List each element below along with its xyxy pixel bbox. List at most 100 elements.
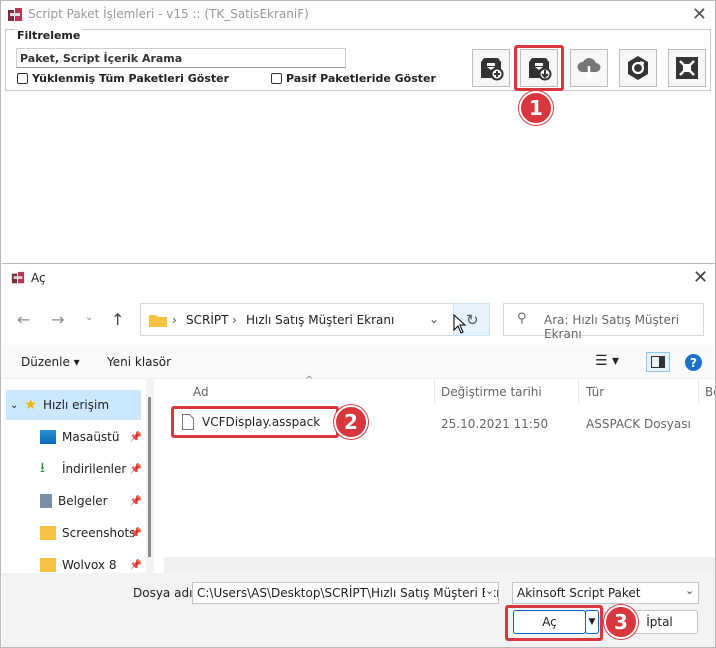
- preview-pane-button[interactable]: [646, 352, 670, 372]
- view-list-icon[interactable]: ☰ ▾: [595, 353, 619, 369]
- recent-chevron-icon[interactable]: ⌄: [85, 312, 93, 323]
- open-button[interactable]: Aç: [513, 610, 586, 634]
- add-package-button[interactable]: [472, 49, 510, 87]
- nav-item-label: Wolvox 8: [62, 558, 117, 572]
- open-dropdown-icon[interactable]: ▼: [585, 610, 599, 634]
- breadcrumb-script[interactable]: SCRİPT: [186, 313, 228, 327]
- column-separator: [578, 379, 579, 403]
- expand-chevron-icon[interactable]: ⌄: [10, 400, 18, 411]
- cloud-download-button[interactable]: [570, 49, 608, 87]
- file-name: VCFDisplay.asspack: [202, 415, 321, 429]
- sort-arrow-icon: ^: [305, 375, 314, 386]
- filename-label: Dosya adı:: [133, 586, 197, 600]
- refresh-button[interactable]: [619, 49, 657, 87]
- package-search-input[interactable]: Paket, Script İçerik Arama: [16, 48, 346, 68]
- forward-arrow-icon[interactable]: →: [51, 310, 64, 329]
- cloud-download-icon: [577, 58, 601, 80]
- nav-item-label: Hızlı erişim: [42, 398, 110, 412]
- column-date[interactable]: Değiştirme tarihi: [441, 385, 542, 399]
- up-arrow-icon[interactable]: ↑: [111, 310, 124, 329]
- nav-item-label: Screenshots: [62, 526, 136, 540]
- breadcrumb-folder[interactable]: Hızlı Satış Müşteri Ekranı: [246, 313, 394, 327]
- add-package-icon: [481, 58, 504, 81]
- pin-icon: 📌: [129, 431, 142, 443]
- nav-item-screenshots[interactable]: Screenshots 📌: [40, 518, 142, 548]
- folder-icon: [40, 558, 56, 572]
- screen: Script Paket İşlemleri - v15 :: (TK_Sati…: [0, 0, 716, 648]
- show-passive-label: Pasif Paketleride Göster: [286, 72, 436, 85]
- help-icon[interactable]: ?: [685, 354, 702, 371]
- filename-value: C:\Users\AS\Desktop\SCRİPT\Hızlı Satış M…: [197, 586, 499, 600]
- pin-icon: 📌: [129, 559, 142, 571]
- star-icon: ★: [24, 397, 37, 413]
- nav-item-label: Belgeler: [58, 494, 108, 508]
- column-separator: [698, 379, 699, 403]
- file-icon: [182, 414, 194, 430]
- filter-group-label: Filtreleme: [15, 29, 83, 42]
- app-icon: [8, 8, 22, 21]
- checkbox-box[interactable]: [17, 73, 28, 84]
- dialog-title: Aç: [31, 271, 46, 285]
- file-type-select[interactable]: Akinsoft Script Paket: [512, 582, 699, 604]
- filename-dropdown-icon[interactable]: ⌄: [485, 584, 495, 597]
- dialog-app-icon: [11, 271, 25, 284]
- show-all-label: Yüklenmiş Tüm Paketleri Göster: [32, 72, 230, 85]
- address-bar[interactable]: › SCRİPT › Hızlı Satış Müşteri Ekranı ⌄: [140, 303, 489, 336]
- nav-item-desktop[interactable]: Masaüstü 📌: [40, 422, 142, 452]
- maximize-button[interactable]: [668, 49, 706, 87]
- nav-item-label: Masaüstü: [62, 430, 120, 444]
- maximize-icon: [676, 57, 698, 79]
- show-all-checkbox[interactable]: Yüklenmiş Tüm Paketleri Göster: [17, 72, 229, 85]
- desktop-icon: [40, 430, 56, 444]
- nav-scrollbar-thumb[interactable]: [148, 397, 151, 557]
- nav-item-downloads[interactable]: ⭳ İndirilenler 📌: [40, 454, 142, 484]
- new-folder-button[interactable]: Yeni klasör: [107, 355, 171, 369]
- folder-icon: [40, 526, 56, 540]
- step-badge-1: 1: [519, 91, 553, 125]
- organize-button[interactable]: Düzenle ▾: [21, 355, 80, 369]
- search-icon: ⚲: [517, 311, 527, 326]
- dialog-search-input[interactable]: ⚲ Ara: Hızlı Satış Müşteri Ekranı: [503, 303, 704, 341]
- dialog-search-placeholder: Ara: Hızlı Satış Müşteri Ekranı: [544, 313, 680, 341]
- dialog-close-icon[interactable]: ✕: [693, 267, 708, 288]
- checkbox-box[interactable]: [271, 73, 282, 84]
- close-icon[interactable]: ✕: [692, 4, 707, 25]
- pin-icon: 📌: [129, 495, 142, 507]
- folder-icon: [149, 315, 167, 327]
- bg-window-titlebar: Script Paket İşlemleri - v15 :: (TK_Sati…: [1, 1, 715, 29]
- breadcrumb-separator-icon: ›: [232, 313, 237, 327]
- breadcrumb-separator-icon: ›: [172, 313, 177, 327]
- refresh-icon: ↻: [466, 311, 479, 329]
- nav-item-documents[interactable]: Belgeler 📌: [40, 486, 142, 516]
- column-size[interactable]: Bo: [705, 385, 715, 399]
- column-type[interactable]: Tür: [586, 385, 604, 399]
- bg-window-title: Script Paket İşlemleri - v15 :: (TK_Sati…: [28, 7, 309, 21]
- back-arrow-icon[interactable]: ←: [17, 310, 30, 329]
- refresh-icon: [628, 56, 648, 80]
- highlight-box-1: [514, 45, 564, 91]
- file-date: 25.10.2021 11:50: [441, 417, 549, 431]
- navigation-pane: ⌄ ★ Hızlı erişim Masaüstü 📌 ⭳ İndirilenl…: [2, 379, 152, 573]
- organize-label: Düzenle: [21, 355, 70, 369]
- preview-pane-icon: [651, 356, 665, 368]
- file-type: ASSPACK Dosyası: [586, 417, 691, 431]
- nav-scrollbar[interactable]: [146, 379, 154, 573]
- nav-item-quick-access[interactable]: ⌄ ★ Hızlı erişim: [6, 390, 141, 420]
- file-row[interactable]: VCFDisplay.asspack: [171, 406, 339, 438]
- column-name[interactable]: Ad: [193, 385, 209, 399]
- horizontal-scrollbar[interactable]: [164, 557, 715, 573]
- file-type-dropdown-icon[interactable]: ⌄: [685, 584, 694, 597]
- mouse-cursor-icon: [453, 314, 467, 334]
- pin-icon: 📌: [129, 463, 142, 475]
- show-passive-checkbox[interactable]: Pasif Paketleride Göster: [271, 72, 436, 85]
- pin-icon: 📌: [129, 527, 142, 539]
- file-type-value: Akinsoft Script Paket: [517, 586, 641, 600]
- nav-item-label: İndirilenler: [62, 462, 127, 476]
- step-badge-3: 3: [604, 605, 638, 639]
- download-icon: ⭳: [40, 460, 45, 476]
- documents-icon: [40, 494, 52, 508]
- filename-input[interactable]: C:\Users\AS\Desktop\SCRİPT\Hızlı Satış M…: [192, 582, 499, 604]
- step-badge-2: 2: [334, 405, 368, 439]
- column-separator: [434, 379, 435, 403]
- address-dropdown-icon[interactable]: ⌄: [429, 312, 439, 326]
